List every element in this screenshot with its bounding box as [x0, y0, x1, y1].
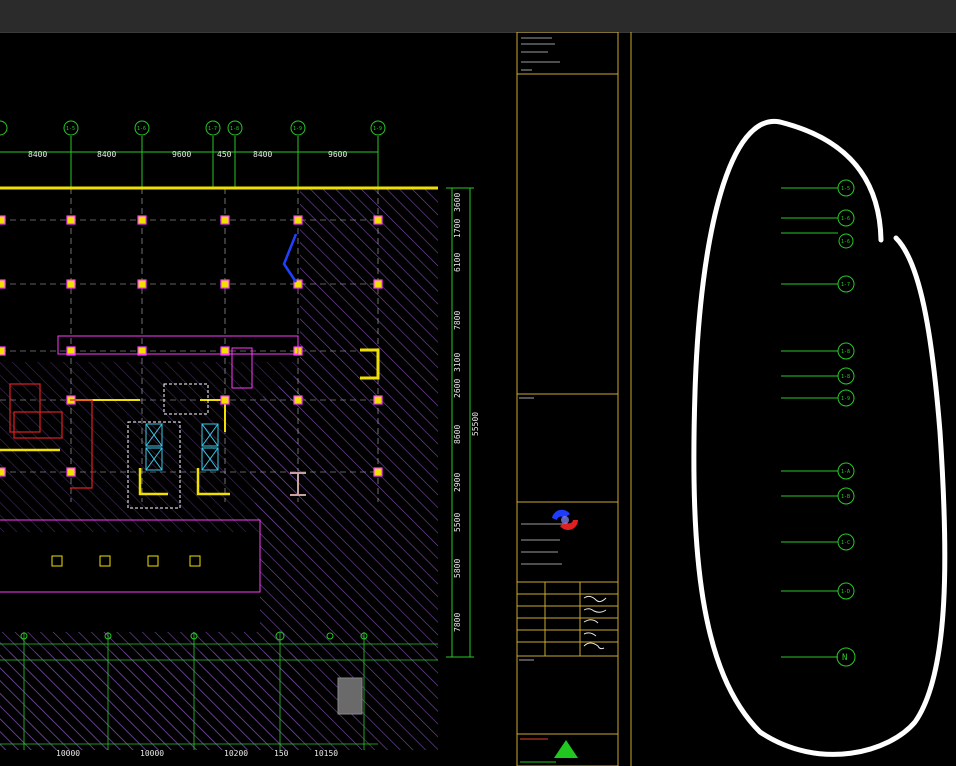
- signature-marks: [583, 595, 607, 650]
- dim-top-2: 8400: [97, 150, 116, 159]
- dim-right-7: 8600: [453, 425, 462, 444]
- dim-top-3: 9600: [172, 150, 191, 159]
- freehand-annotation-loop: [691, 118, 948, 757]
- right-dimension-column: 3600 1700 6100 7800 3100 2600 8600 2900 …: [451, 188, 480, 657]
- title-block-text-lines: [519, 37, 566, 661]
- dim-top-6: 9600: [328, 150, 347, 159]
- dim-bottom-1: 10000: [56, 749, 80, 758]
- axis-panel-label-north: N: [842, 653, 847, 663]
- top-dimension-row: 8400 8400 9600 450 8400 9600: [28, 150, 347, 159]
- axis-panel-label-7: 1-9: [841, 396, 850, 402]
- dim-right-5: 3100: [453, 353, 462, 372]
- dim-right-3: 6100: [453, 253, 462, 272]
- axis-top-label-1: 1-5: [66, 126, 75, 132]
- axis-panel-label-8: 1-A: [841, 469, 850, 475]
- hatched-floor-area: [0, 188, 438, 750]
- axis-panel-label-11: 1-D: [841, 589, 850, 595]
- company-logo: [552, 509, 578, 530]
- axis-panel-label-2: 1-6: [841, 216, 850, 222]
- dim-right-9: 5500: [453, 513, 462, 532]
- axis-panel-label-10: 1-C: [841, 540, 850, 546]
- axis-panel-label-3: 1-6: [841, 239, 850, 245]
- axis-top-label-4: 1-8: [230, 126, 239, 132]
- dim-right-1: 3600: [453, 193, 462, 212]
- dim-right-total: 55500: [471, 412, 480, 436]
- dim-right-2: 1700: [453, 219, 462, 238]
- axis-panel-label-4: 1-7: [841, 282, 850, 288]
- axis-top-label-5: 1-9: [293, 126, 302, 132]
- dim-bottom-2: 10000: [140, 749, 164, 758]
- top-axis-bubbles: 1-5 1-6 1-7 1-8 1-9 1-9: [0, 120, 386, 136]
- app-toolbar: [0, 0, 956, 33]
- axis-panel-label-5: 1-8: [841, 349, 850, 355]
- bottom-dimension-row: 10000 10000 10200 150 10150: [56, 749, 338, 758]
- dim-right-6: 2600: [453, 379, 462, 398]
- axis-top-label-6: 1-9: [373, 126, 382, 132]
- dim-top-5: 8400: [253, 150, 272, 159]
- dim-bottom-4: 150: [274, 749, 289, 758]
- axis-top-label-3: 1-7: [208, 126, 217, 132]
- axis-panel-label-1: 1-5: [841, 186, 850, 192]
- dim-bottom-5: 10150: [314, 749, 338, 758]
- dim-right-4: 7800: [453, 311, 462, 330]
- axis-label-panel: 1-5 1-6 1-6 1-7 1-8 1-8 1-9 1-A 1-B 1-C …: [781, 179, 856, 667]
- green-stamp-icon: [520, 738, 578, 763]
- title-block: [516, 32, 632, 766]
- axis-panel-label-9: 1-B: [841, 494, 850, 500]
- dim-right-10: 5800: [453, 559, 462, 578]
- blue-annotation-mark: [282, 233, 298, 283]
- dim-top-1: 8400: [28, 150, 47, 159]
- cad-drawing-canvas[interactable]: 8400 8400 9600 450 8400 9600 1-5 1-6 1-7…: [0, 32, 956, 766]
- dim-top-4: 450: [217, 150, 232, 159]
- dim-bottom-3: 10200: [224, 749, 248, 758]
- grey-stair-block: [337, 677, 363, 715]
- dim-right-8: 2900: [453, 473, 462, 492]
- axis-panel-label-6: 1-8: [841, 374, 850, 380]
- axis-top-label-2: 1-6: [137, 126, 146, 132]
- dim-right-11: 7800: [453, 613, 462, 632]
